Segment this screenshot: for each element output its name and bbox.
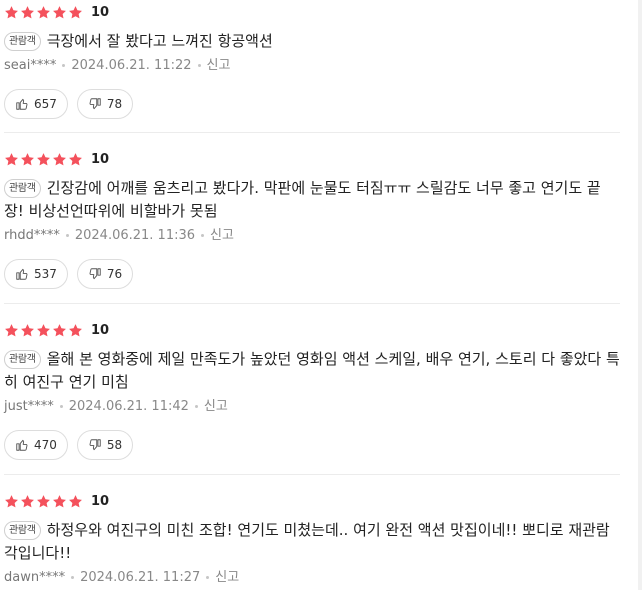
rating: 10 xyxy=(4,151,620,167)
star-icon xyxy=(52,5,67,20)
report-link[interactable]: 신고 xyxy=(204,399,228,414)
star-icon xyxy=(52,494,67,509)
divider xyxy=(4,474,620,475)
star-icon xyxy=(52,323,67,338)
thumbs-down-icon xyxy=(88,97,102,111)
like-count: 657 xyxy=(34,97,57,111)
star-rating xyxy=(4,494,83,509)
review-list: 10 관람객 극장에서 잘 봤다고 느껴진 항공액션 seai**** 2024.0… xyxy=(0,0,642,590)
viewer-badge: 관람객 xyxy=(4,32,41,51)
like-count: 470 xyxy=(34,438,57,452)
thumbs-down-icon xyxy=(88,438,102,452)
rating-score: 10 xyxy=(91,493,110,509)
review-body: 관람객 하정우와 여진구의 미친 조합! 연기도 미쳤는데.. 여기 완전 액션 … xyxy=(4,519,620,565)
star-icon xyxy=(36,5,51,20)
dislike-count: 58 xyxy=(106,438,123,452)
like-button[interactable]: 657 xyxy=(4,89,68,119)
star-icon xyxy=(20,5,35,20)
dislike-count: 78 xyxy=(106,97,123,111)
viewer-badge: 관람객 xyxy=(4,350,41,369)
thumbs-up-icon xyxy=(15,438,29,452)
vote-buttons: 657 78 xyxy=(4,89,620,119)
rating: 10 xyxy=(4,493,620,509)
thumbs-down-icon xyxy=(88,267,102,281)
review-text: 극장에서 잘 봤다고 느껴진 항공액션 xyxy=(46,32,273,50)
star-icon xyxy=(20,323,35,338)
star-icon xyxy=(36,152,51,167)
star-icon xyxy=(20,152,35,167)
vote-buttons: 470 58 xyxy=(4,430,620,460)
thumbs-up-icon xyxy=(15,97,29,111)
review-meta: dawn**** 2024.06.21. 11:27 신고 xyxy=(4,568,620,588)
review-body: 관람객 긴장감에 어깨를 움츠리고 봤다가. 막판에 눈물도 터짐ㅠㅠ 스릴감도 … xyxy=(4,177,620,223)
separator-dot xyxy=(59,405,63,408)
viewer-badge: 관람객 xyxy=(4,179,41,198)
star-icon xyxy=(68,494,83,509)
star-icon xyxy=(68,5,83,20)
star-icon xyxy=(52,152,67,167)
dislike-button[interactable]: 76 xyxy=(76,259,134,289)
review-meta: seai**** 2024.06.21. 11:22 신고 xyxy=(4,56,620,76)
star-icon xyxy=(4,323,19,338)
star-icon xyxy=(36,494,51,509)
separator-dot xyxy=(197,64,201,67)
separator-dot xyxy=(206,576,210,579)
dislike-button[interactable]: 78 xyxy=(76,89,134,119)
separator-dot xyxy=(71,576,75,579)
rating-score: 10 xyxy=(91,322,110,338)
thumbs-up-icon xyxy=(15,267,29,281)
review-meta: rhdd**** 2024.06.21. 11:36 신고 xyxy=(4,226,620,246)
separator-dot xyxy=(201,234,205,237)
review-date: 2024.06.21. 11:22 xyxy=(71,58,192,73)
review-meta: just**** 2024.06.21. 11:42 신고 xyxy=(4,397,620,417)
dislike-count: 76 xyxy=(106,267,123,281)
username: dawn**** xyxy=(4,570,66,585)
divider xyxy=(4,303,620,304)
review-text: 올해 본 영화중에 제일 만족도가 높았던 영화임 액션 스케일, 배우 연기,… xyxy=(4,350,620,391)
star-icon xyxy=(68,152,83,167)
review-item: 10 관람객 올해 본 영화중에 제일 만족도가 높았던 영화임 액션 스케일, … xyxy=(4,322,620,460)
report-link[interactable]: 신고 xyxy=(210,228,234,243)
scrollbar[interactable] xyxy=(638,0,642,590)
review-date: 2024.06.21. 11:27 xyxy=(80,570,201,585)
divider xyxy=(4,132,620,133)
report-link[interactable]: 신고 xyxy=(207,58,231,73)
star-rating xyxy=(4,323,83,338)
review-date: 2024.06.21. 11:36 xyxy=(74,228,196,243)
report-link[interactable]: 신고 xyxy=(215,570,239,585)
separator-dot xyxy=(62,64,66,67)
star-icon xyxy=(4,494,19,509)
star-icon xyxy=(68,323,83,338)
dislike-button[interactable]: 58 xyxy=(76,430,134,460)
like-button[interactable]: 537 xyxy=(4,259,68,289)
separator-dot xyxy=(194,405,198,408)
star-icon xyxy=(4,152,19,167)
review-date: 2024.06.21. 11:42 xyxy=(68,399,189,414)
star-icon xyxy=(4,5,19,20)
like-button[interactable]: 470 xyxy=(4,430,68,460)
username: seai**** xyxy=(4,58,57,73)
username: just**** xyxy=(4,399,54,414)
separator-dot xyxy=(65,234,69,237)
star-icon xyxy=(36,323,51,338)
review-body: 관람객 극장에서 잘 봤다고 느껴진 항공액션 xyxy=(4,30,620,53)
review-item: 10 관람객 하정우와 여진구의 미친 조합! 연기도 미쳤는데.. 여기 완전 … xyxy=(4,493,620,588)
review-item: 10 관람객 극장에서 잘 봤다고 느껴진 항공액션 seai**** 2024.0… xyxy=(4,4,620,119)
rating-score: 10 xyxy=(91,4,110,20)
review-text: 하정우와 여진구의 미친 조합! 연기도 미쳤는데.. 여기 완전 액션 맛집이… xyxy=(4,521,610,562)
rating: 10 xyxy=(4,4,620,20)
star-rating xyxy=(4,152,83,167)
like-count: 537 xyxy=(34,267,57,281)
username: rhdd**** xyxy=(4,228,60,243)
star-icon xyxy=(20,494,35,509)
rating: 10 xyxy=(4,322,620,338)
review-text: 긴장감에 어깨를 움츠리고 봤다가. 막판에 눈물도 터짐ㅠㅠ 스릴감도 너무 … xyxy=(4,179,601,220)
viewer-badge: 관람객 xyxy=(4,521,41,540)
vote-buttons: 537 76 xyxy=(4,259,620,289)
review-item: 10 관람객 긴장감에 어깨를 움츠리고 봤다가. 막판에 눈물도 터짐ㅠㅠ 스릴… xyxy=(4,151,620,289)
rating-score: 10 xyxy=(91,151,110,167)
review-body: 관람객 올해 본 영화중에 제일 만족도가 높았던 영화임 액션 스케일, 배우 … xyxy=(4,348,620,394)
star-rating xyxy=(4,5,83,20)
